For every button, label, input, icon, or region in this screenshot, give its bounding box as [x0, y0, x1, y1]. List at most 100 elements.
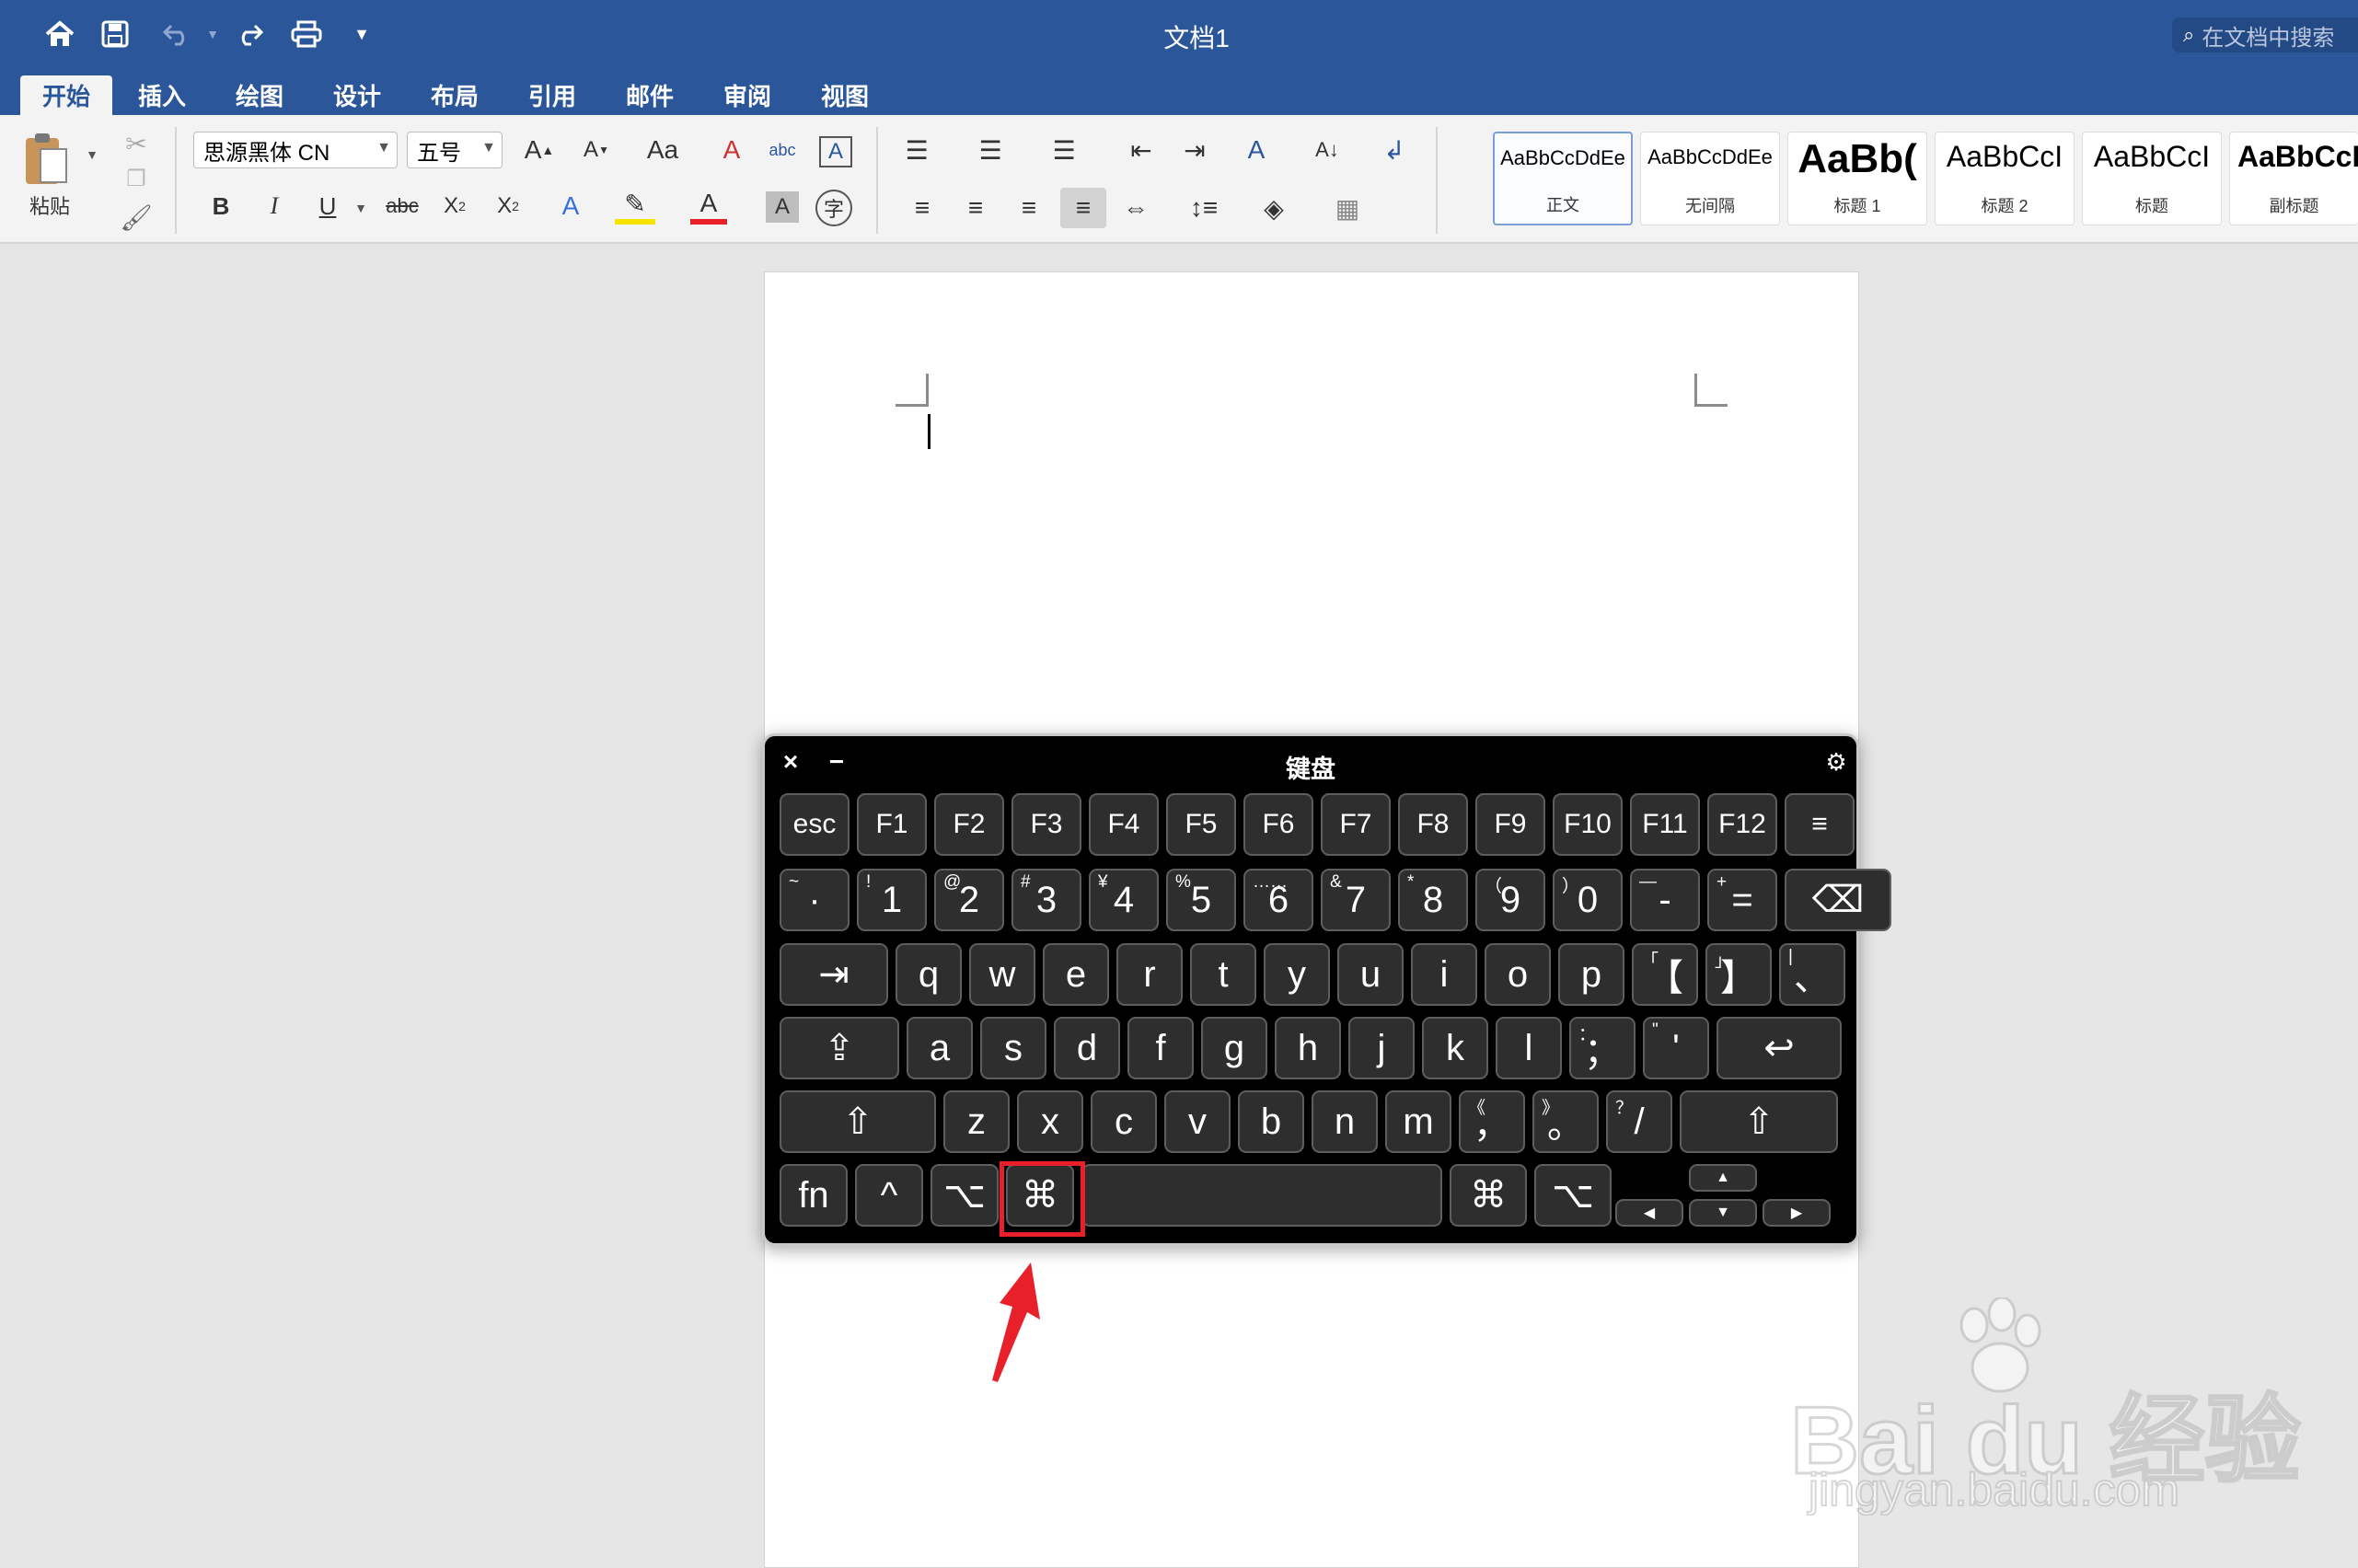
right-shift-key[interactable]: ⇧	[1680, 1090, 1838, 1153]
key-number-10[interactable]: ） 0	[1553, 869, 1623, 931]
paste-icon[interactable]	[18, 127, 74, 191]
key-c[interactable]: c	[1091, 1090, 1157, 1153]
gear-icon[interactable]: ⚙	[1820, 745, 1853, 778]
numbering-icon[interactable]: ☰	[968, 132, 1012, 168]
key-e[interactable]: e	[1043, 943, 1109, 1006]
line-spacing-icon[interactable]: ↕≡	[1176, 190, 1231, 226]
key-d[interactable]: d	[1054, 1017, 1120, 1079]
key-。[interactable]: 》。	[1532, 1090, 1599, 1153]
italic-icon[interactable]: I	[254, 188, 295, 225]
align-right-icon[interactable]: ≡	[1007, 190, 1051, 226]
align-center-icon[interactable]: ≡	[954, 190, 998, 226]
multilevel-list-icon[interactable]: ☰	[1042, 132, 1086, 168]
key-f7[interactable]: F7	[1321, 793, 1391, 856]
font-color-icon[interactable]: A	[690, 188, 727, 225]
arrow-right-key[interactable]: ▶	[1763, 1199, 1831, 1227]
text-effects-icon[interactable]: A	[550, 188, 591, 225]
clear-formatting-icon[interactable]: A	[709, 132, 755, 168]
home-icon[interactable]	[37, 11, 83, 57]
key-f1[interactable]: F1	[857, 793, 927, 856]
tab-home[interactable]: 开始	[20, 75, 113, 115]
key-p[interactable]: p	[1558, 943, 1624, 1006]
underline-dropdown-icon[interactable]: ▼	[352, 190, 370, 226]
left-shift-key[interactable]: ⇧	[780, 1090, 936, 1153]
font-size-combo[interactable]: 五号 ▼	[407, 132, 503, 168]
grow-font-icon[interactable]: A ▲	[514, 132, 565, 168]
key-a[interactable]: a	[907, 1017, 973, 1079]
sort-icon[interactable]: A↓	[1307, 132, 1347, 168]
space-key[interactable]	[1081, 1164, 1442, 1227]
key-b[interactable]: b	[1238, 1090, 1304, 1153]
key-l[interactable]: l	[1496, 1017, 1562, 1079]
key-number-4[interactable]: ¥4	[1089, 869, 1159, 931]
key-m[interactable]: m	[1385, 1090, 1451, 1153]
key-/[interactable]: ？ /	[1606, 1090, 1672, 1153]
key-z[interactable]: z	[943, 1090, 1010, 1153]
arrow-left-key[interactable]: ◀	[1615, 1199, 1683, 1227]
subscript-icon[interactable]: X2	[434, 188, 475, 225]
bullets-icon[interactable]: ☰	[895, 132, 939, 168]
cut-icon[interactable]: ✂	[120, 127, 153, 160]
strikethrough-icon[interactable]: abc	[379, 188, 425, 225]
tab-view[interactable]: 视图	[799, 75, 891, 115]
key-g[interactable]: g	[1201, 1017, 1267, 1079]
tab-draw[interactable]: 绘图	[214, 75, 306, 115]
change-case-icon[interactable]: Aa	[635, 132, 690, 168]
key-number-11[interactable]: — -	[1630, 869, 1700, 931]
copy-icon[interactable]: ❐	[120, 162, 153, 195]
character-border-icon[interactable]: A	[819, 136, 852, 167]
key-f12[interactable]: F12	[1707, 793, 1777, 856]
increase-indent-icon[interactable]: ⇥	[1173, 132, 1217, 168]
distributed-icon[interactable]: ⇔	[1114, 190, 1158, 226]
key-number-6[interactable]: …… 6	[1243, 869, 1313, 931]
arrow-up-key[interactable]: ▲	[1689, 1164, 1757, 1192]
paste-dropdown-icon[interactable]: ▼	[85, 145, 99, 164]
style-heading-2[interactable]: AaBbCcI 标题 2	[1935, 132, 2075, 225]
highlight-color-icon[interactable]: ✎	[615, 188, 655, 225]
key-number-12[interactable]: + =	[1707, 869, 1777, 931]
key-number-5[interactable]: % 5	[1166, 869, 1236, 931]
align-left-icon[interactable]: ≡	[900, 190, 944, 226]
control-key[interactable]: ^	[855, 1164, 923, 1227]
key-number-7[interactable]: & 7	[1321, 869, 1391, 931]
style-subtitle[interactable]: AaBbCcI 副标题	[2229, 132, 2358, 225]
key-h[interactable]: h	[1275, 1017, 1341, 1079]
key-v[interactable]: v	[1164, 1090, 1231, 1153]
tab-design[interactable]: 设计	[311, 75, 403, 115]
key-f2[interactable]: F2	[934, 793, 1004, 856]
key-'[interactable]: " '	[1643, 1017, 1709, 1079]
key-f[interactable]: f	[1127, 1017, 1194, 1079]
key-、[interactable]: |、	[1779, 943, 1845, 1006]
save-icon[interactable]	[92, 11, 138, 57]
key-i[interactable]: i	[1411, 943, 1477, 1006]
key-number-9[interactable]: （9	[1475, 869, 1545, 931]
tab-insert[interactable]: 插入	[116, 75, 208, 115]
return-key[interactable]: ↩	[1716, 1017, 1842, 1079]
key-u[interactable]: u	[1337, 943, 1404, 1006]
key-s[interactable]: s	[980, 1017, 1046, 1079]
shrink-font-icon[interactable]: A ▼	[571, 132, 622, 168]
key-y[interactable]: y	[1264, 943, 1330, 1006]
font-name-combo[interactable]: 思源黑体 CN ▼	[193, 132, 398, 168]
key-f10[interactable]: F10	[1553, 793, 1623, 856]
right-option-key[interactable]: ⌥	[1534, 1164, 1612, 1227]
key-number-0[interactable]: ~ ·	[780, 869, 850, 931]
key-k[interactable]: k	[1422, 1017, 1488, 1079]
key-】[interactable]: 」】	[1705, 943, 1772, 1006]
key-w[interactable]: w	[969, 943, 1035, 1006]
decrease-indent-icon[interactable]: ⇤	[1119, 132, 1163, 168]
key-number-1[interactable]: ! 1	[857, 869, 927, 931]
key-esc[interactable]: esc	[780, 793, 850, 856]
key-f9[interactable]: F9	[1475, 793, 1545, 856]
chinese-layout-icon[interactable]: A	[1233, 132, 1279, 168]
key-q[interactable]: q	[896, 943, 962, 1006]
character-shading-icon[interactable]: A	[766, 191, 799, 223]
key-x[interactable]: x	[1017, 1090, 1083, 1153]
redo-icon[interactable]	[225, 11, 272, 57]
show-formatting-icon[interactable]: ↲	[1371, 132, 1417, 168]
underline-icon[interactable]: U	[307, 188, 348, 225]
superscript-icon[interactable]: X2	[488, 188, 528, 225]
paragraph-shading-icon[interactable]: ◈	[1252, 190, 1296, 226]
key-f3[interactable]: F3	[1011, 793, 1081, 856]
key-f6[interactable]: F6	[1243, 793, 1313, 856]
